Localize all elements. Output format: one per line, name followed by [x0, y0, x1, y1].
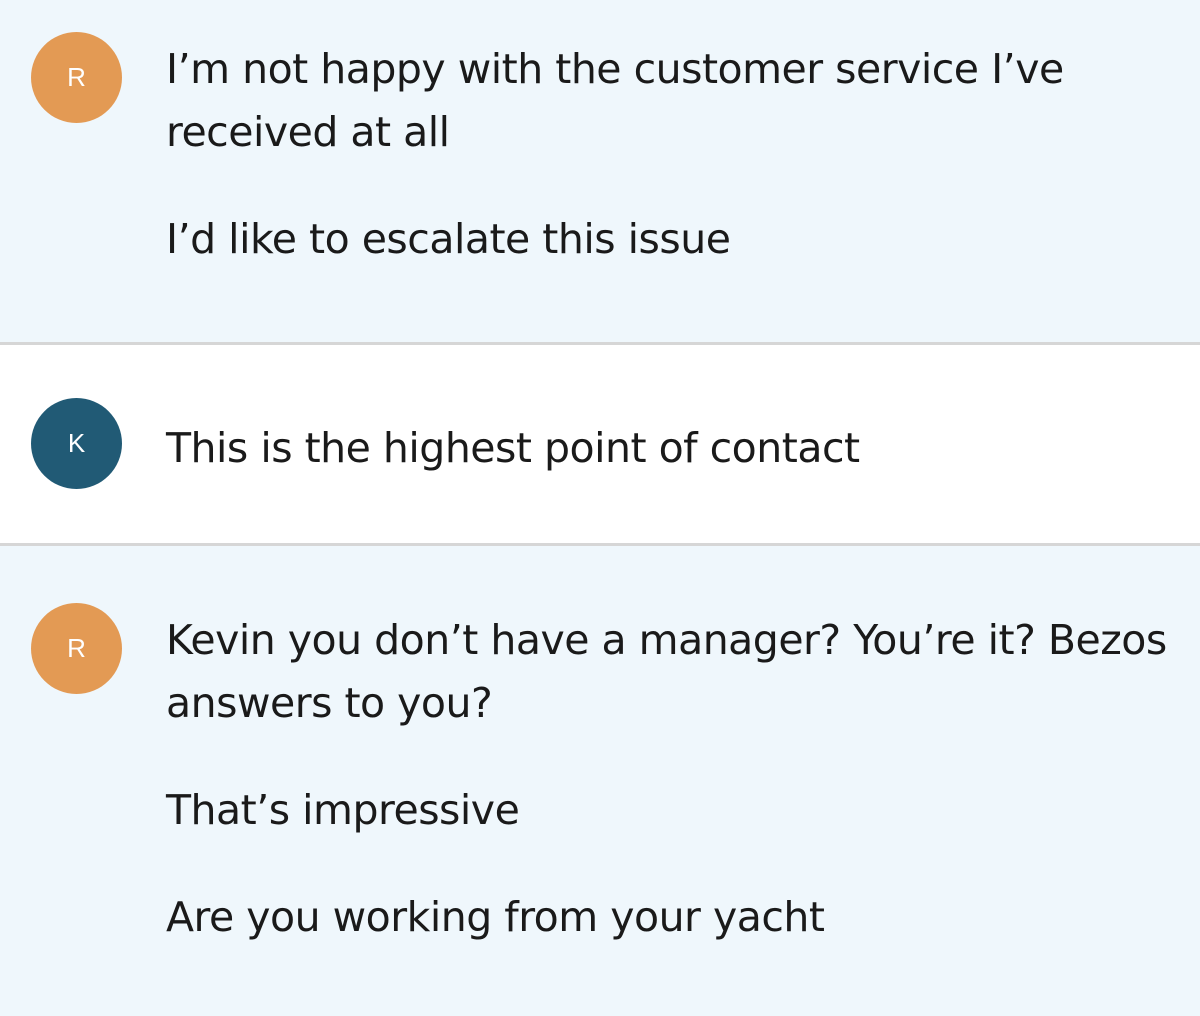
message-list: Kevin you don’t have a manager? You’re i…	[166, 609, 1170, 949]
message-text: That’s impressive	[166, 786, 520, 834]
message-list: This is the highest point of contact	[166, 417, 1170, 480]
message-text: I’m not happy with the customer service …	[166, 45, 1064, 156]
avatar: K	[31, 398, 122, 489]
message-list: I’m not happy with the customer service …	[166, 38, 1170, 271]
message-text: Kevin you don’t have a manager? You’re i…	[166, 616, 1167, 727]
avatar: R	[31, 603, 122, 694]
avatar: R	[31, 32, 122, 123]
message-text: This is the highest point of contact	[166, 424, 860, 472]
message-group-agent: K This is the highest point of contact	[0, 345, 1200, 543]
chat-transcript: R I’m not happy with the customer servic…	[0, 0, 1200, 1016]
message-text: Are you working from your yacht	[166, 893, 825, 941]
message-group-customer: R I’m not happy with the customer servic…	[0, 0, 1200, 342]
message-group-customer: R Kevin you don’t have a manager? You’re…	[0, 546, 1200, 1016]
message-text: I’d like to escalate this issue	[166, 215, 731, 263]
